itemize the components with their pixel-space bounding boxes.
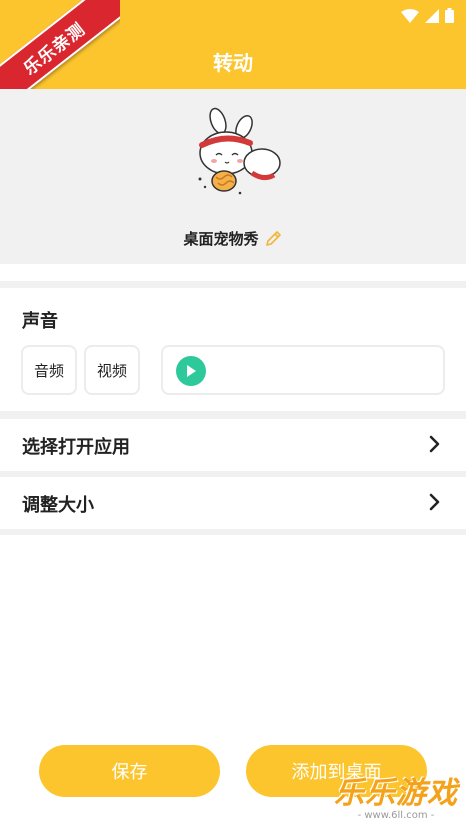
pet-name-row: 桌面宠物秀	[0, 228, 466, 249]
resize-label: 调整大小	[22, 495, 94, 516]
pet-rabbit-image[interactable]	[180, 107, 286, 203]
video-option[interactable]: 视频	[84, 345, 140, 395]
play-icon	[187, 365, 196, 377]
app-bar: 转动	[0, 32, 466, 89]
save-button[interactable]: 保存	[39, 745, 220, 797]
section-divider	[0, 529, 466, 535]
spacer	[0, 264, 466, 282]
chevron-right-icon	[429, 435, 440, 453]
chevron-right-icon	[429, 493, 440, 511]
watermark: 乐乐游戏 - www.6ll.com -	[334, 778, 458, 822]
wifi-icon	[401, 8, 419, 23]
status-bar	[0, 0, 466, 32]
open-app-label: 选择打开应用	[22, 437, 130, 458]
audio-option[interactable]: 音频	[21, 345, 77, 395]
watermark-url: - www.6ll.com -	[357, 810, 435, 821]
section-divider	[0, 411, 466, 419]
signal-icon	[425, 8, 439, 23]
battery-icon	[445, 8, 454, 23]
open-app-row[interactable]: 选择打开应用	[0, 419, 466, 471]
resize-row[interactable]: 调整大小	[0, 477, 466, 529]
pet-preview-section: 桌面宠物秀	[0, 89, 466, 264]
section-divider	[0, 281, 466, 288]
watermark-brand: 乐乐游戏	[334, 776, 458, 811]
play-button[interactable]	[176, 356, 206, 386]
pet-name: 桌面宠物秀	[183, 230, 259, 248]
page-title: 转动	[213, 51, 253, 75]
status-icons	[401, 8, 454, 23]
sound-player	[161, 345, 445, 395]
edit-pencil-icon[interactable]	[263, 229, 283, 249]
sound-section-title: 声音	[22, 311, 58, 332]
